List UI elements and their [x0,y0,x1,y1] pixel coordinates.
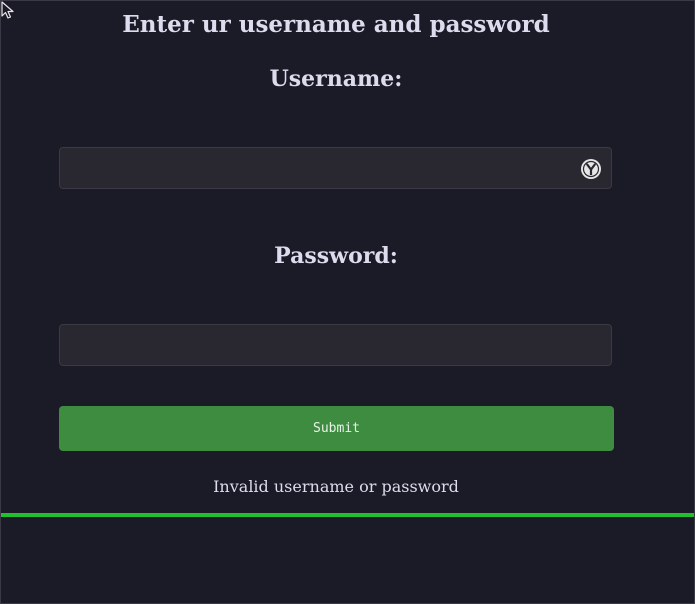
page-title: Enter ur username and password [122,11,550,38]
submit-button[interactable]: Submit [59,406,614,451]
password-input[interactable] [60,325,611,365]
username-input[interactable] [60,148,611,188]
login-page: Enter ur username and password Username:… [0,0,695,604]
progress-bar-fill [1,513,694,517]
username-field[interactable] [59,147,612,189]
username-label: Username: [269,66,403,92]
password-label: Password: [274,243,398,269]
password-field[interactable] [59,324,612,366]
error-message: Invalid username or password [213,477,459,496]
password-manager-icon[interactable] [580,158,602,180]
progress-bar [1,513,694,517]
